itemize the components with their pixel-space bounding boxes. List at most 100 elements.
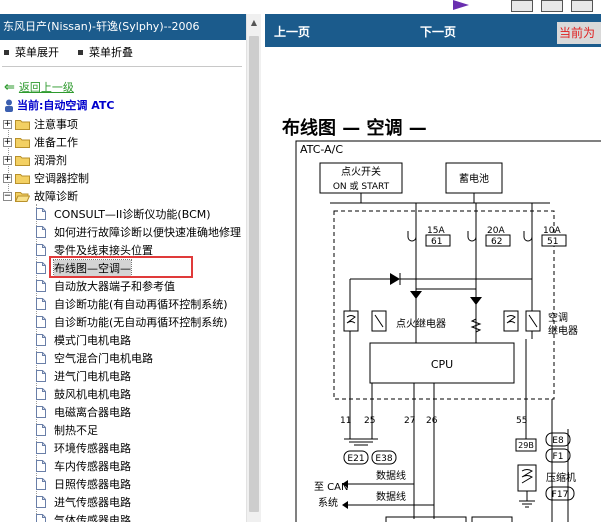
diode-icon [470,297,482,305]
window-icon[interactable] [541,0,563,12]
tree-item-label: 鼓风机电机电路 [54,388,131,401]
expand-toggle-icon[interactable]: + [3,137,12,147]
tree-item-label: 模式门电机电路 [54,334,131,347]
pin-label: 11 [340,416,351,426]
flag-icon[interactable] [453,0,469,10]
pin-label: 27 [404,416,415,426]
document-icon [36,388,46,400]
window-icon[interactable] [511,0,533,12]
toolbar-strip [265,0,601,14]
pin-label: 25 [364,416,375,426]
page-title: 布线图 — 空调 — [282,118,427,139]
tree-folder-ac-control[interactable]: + 空调器控制 [3,169,89,187]
compressor-icon [517,464,537,492]
scroll-up-icon[interactable]: ▲ [247,14,261,30]
folder-icon [15,173,30,184]
tree-item[interactable]: 进气传感器电路 [36,493,131,511]
document-icon [36,460,46,472]
tree-item-label: 空气混合门电机电路 [54,352,153,365]
document-icon [36,496,46,508]
tree-item-label: CONSULT—II诊断仪功能(BCM) [54,208,211,221]
tree-folder-label: 故障诊断 [34,190,78,203]
tree-item[interactable]: 如何进行故障诊断以便快速准确地修理 [36,223,241,241]
scrollbar-thumb[interactable] [249,36,259,512]
back-link[interactable]: ⇐ 返回上一级 [4,79,74,95]
current-location: 当前:自动空调 ATC [4,97,114,113]
tree-folder-lubricants[interactable]: + 润滑剂 [3,151,67,169]
expand-toggle-icon[interactable]: + [3,173,12,183]
tree-item[interactable]: 日照传感器电路 [36,475,131,493]
pin-label: 26 [426,416,438,426]
tree-item[interactable]: CONSULT—II诊断仪功能(BCM) [36,205,211,223]
tree-folder-diagnosis[interactable]: − 故障诊断 [3,187,78,205]
ignition-state-label: ON 或 START [333,180,390,192]
tree-folder-preparation[interactable]: + 准备工作 [3,133,78,151]
tree-scrollbar[interactable]: ▲ [246,14,261,522]
tree-item[interactable]: 模式门电机电路 [36,331,131,349]
square-icon [4,49,9,55]
fuse-number-label: 61 [431,237,442,247]
menu-collapse-label: 菜单折叠 [89,46,133,59]
diode-icon [410,291,422,299]
tree-item[interactable]: 进气门电机电路 [36,367,131,385]
selection-highlight-box [49,256,193,278]
ignition-label: 点火开关 [341,165,381,178]
current-page-label: 当前为 [557,22,601,44]
fuse-number-label: 51 [547,237,558,247]
tree-item-label: 如何进行故障诊断以便快速准确地修理 [54,226,241,239]
folder-icon [15,155,30,166]
arrow-left-icon [342,501,348,509]
menu-expand-button[interactable]: 菜单展开 [4,44,59,60]
tree-item[interactable]: 气体传感器电路 [36,511,131,522]
tree-item[interactable]: 电磁离合器电路 [36,403,131,421]
tree-item[interactable]: 车内传感器电路 [36,457,131,475]
window-icon[interactable] [571,0,593,12]
tree-item-label: 电磁离合器电路 [54,406,131,419]
diode-icon [390,273,400,285]
tree-item[interactable]: 制热不足 [36,421,98,439]
connector-label: E8 [552,436,564,446]
folder-icon [15,119,30,130]
cpu-label: CPU [431,358,453,371]
expand-toggle-icon[interactable]: + [3,119,12,129]
tree-item[interactable]: 自诊断功能(有自动再循环控制系统) [36,295,228,313]
connector-label: E21 [347,454,364,464]
connector-block-label: 29B [518,441,534,450]
tree-item[interactable]: 自动放大器端子和参考值 [36,277,175,295]
prev-page-button[interactable]: 上一页 [274,23,310,40]
collapse-toggle-icon[interactable]: − [3,191,12,201]
open-folder-icon [15,191,30,202]
menu-expand-label: 菜单展开 [15,46,59,59]
expand-toggle-icon[interactable]: + [3,155,12,165]
folder-icon [15,137,30,148]
tree-item-label: 进气门电机电路 [54,370,131,383]
current-label: 当前:自动空调 ATC [17,99,115,112]
data-line-label: 数据线 [376,490,406,503]
tree-item-label: 自诊断功能(无自动再循环控制系统) [54,316,228,329]
next-page-button[interactable]: 下一页 [420,23,456,40]
window-title: 东风日产(Nissan)-轩逸(Sylphy)--2006 [0,14,246,40]
tree-item[interactable]: 自诊断功能(无自动再循环控制系统) [36,313,228,331]
connector-label: F17 [552,490,569,500]
document-icon [36,352,46,364]
divider [2,66,242,67]
battery-label: 蓄电池 [459,172,489,185]
tree-folder-label: 空调器控制 [34,172,89,185]
tree-item[interactable]: 环境传感器电路 [36,439,131,457]
tree-folder-label: 润滑剂 [34,154,67,167]
ac-relay-label: 空调 [548,311,568,324]
nav-bar: 上一页 下一页 当前为 [265,14,601,47]
tree-item-label: 自诊断功能(有自动再循环控制系统) [54,298,228,311]
tree-folder-precautions[interactable]: + 注意事项 [3,115,78,133]
tree-item-label: 气体传感器电路 [54,514,131,522]
ground-icon [344,438,378,446]
document-icon [36,208,46,220]
document-icon [36,334,46,346]
document-icon [36,424,46,436]
tree-item-label: 日照传感器电路 [54,478,131,491]
data-line-label: 数据线 [376,469,406,482]
fuse-amp-label: 20A [487,226,505,236]
menu-collapse-button[interactable]: 菜单折叠 [78,44,133,60]
tree-item[interactable]: 鼓风机电机电路 [36,385,131,403]
tree-item[interactable]: 空气混合门电机电路 [36,349,153,367]
